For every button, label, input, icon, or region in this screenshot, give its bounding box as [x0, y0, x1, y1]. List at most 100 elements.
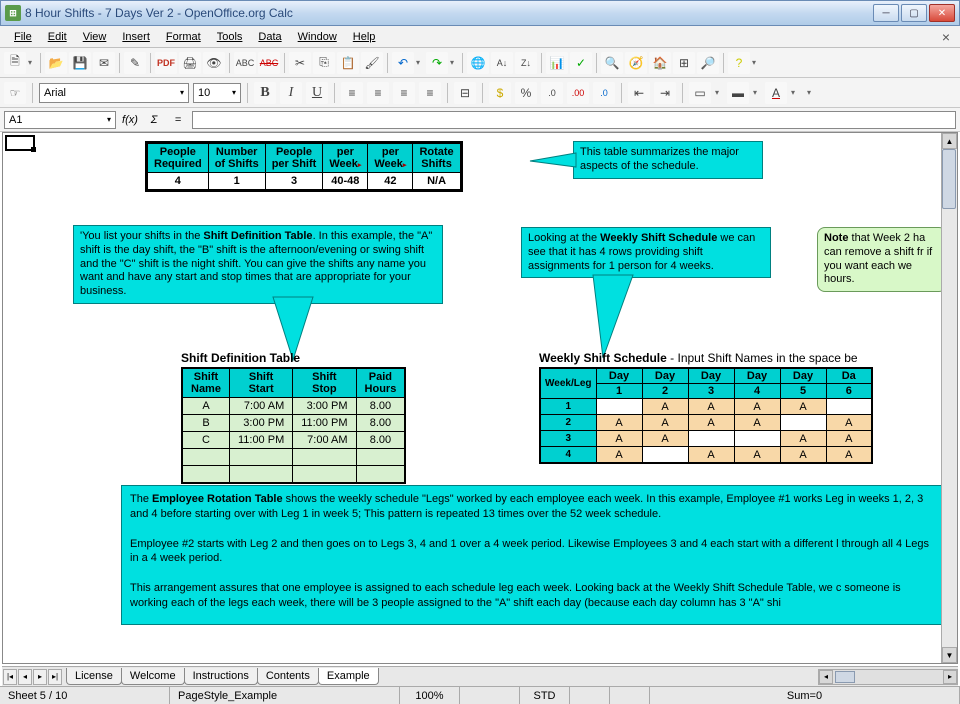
- zoom-icon[interactable]: 🔎: [697, 52, 719, 74]
- name-box[interactable]: A1▾: [4, 111, 116, 129]
- tab-contents[interactable]: Contents: [257, 668, 319, 685]
- eq-button[interactable]: =: [168, 111, 188, 129]
- tab-example[interactable]: Example: [318, 668, 379, 685]
- number-format-icon[interactable]: .0: [541, 82, 563, 104]
- currency-icon[interactable]: $: [489, 82, 511, 104]
- hscroll-thumb[interactable]: [835, 671, 855, 683]
- sd-r0-name[interactable]: A: [182, 398, 229, 415]
- sort-asc-icon[interactable]: A↓: [491, 52, 513, 74]
- menu-view[interactable]: View: [75, 29, 115, 45]
- scroll-down-icon[interactable]: ▼: [942, 647, 957, 663]
- sd-r1-name[interactable]: B: [182, 415, 229, 432]
- tab-license[interactable]: License: [66, 668, 122, 685]
- sum-val-1[interactable]: 1: [208, 173, 265, 190]
- fontcolor-icon[interactable]: A: [765, 82, 787, 104]
- save-icon[interactable]: 💾: [69, 52, 91, 74]
- menu-edit[interactable]: Edit: [40, 29, 75, 45]
- formula-input[interactable]: [192, 111, 956, 129]
- status-sum[interactable]: Sum=0: [650, 687, 960, 704]
- tab-welcome[interactable]: Welcome: [121, 668, 185, 685]
- font-size-select[interactable]: 10▾: [193, 83, 241, 103]
- align-center-icon[interactable]: ≡: [367, 82, 389, 104]
- chart-icon[interactable]: 📊: [546, 52, 568, 74]
- doc-close-button[interactable]: ×: [938, 29, 954, 45]
- status-sig[interactable]: [610, 687, 650, 704]
- email-icon[interactable]: ✉: [93, 52, 115, 74]
- sum-button[interactable]: Σ: [144, 111, 164, 129]
- sum-val-3[interactable]: 40-48: [323, 173, 368, 190]
- status-zoom[interactable]: 100%: [400, 687, 460, 704]
- fx-button[interactable]: f(x): [120, 111, 140, 129]
- merge-cells-icon[interactable]: ⊟: [454, 82, 476, 104]
- sum-val-4[interactable]: 42: [368, 173, 413, 190]
- menu-tools[interactable]: Tools: [209, 29, 251, 45]
- sd-r0-hrs[interactable]: 8.00: [356, 398, 405, 415]
- inc-indent-icon[interactable]: ⇥: [654, 82, 676, 104]
- align-right-icon[interactable]: ≡: [393, 82, 415, 104]
- spellcheck-icon[interactable]: ABC: [234, 52, 256, 74]
- sd-r1-hrs[interactable]: 8.00: [356, 415, 405, 432]
- sd-r2-stop[interactable]: 7:00 AM: [293, 432, 356, 449]
- scroll-thumb[interactable]: [942, 149, 956, 209]
- datasources-icon[interactable]: ⊞: [673, 52, 695, 74]
- align-left-icon[interactable]: ≡: [341, 82, 363, 104]
- autospell-icon[interactable]: ABC: [258, 52, 280, 74]
- menu-file[interactable]: File: [6, 29, 40, 45]
- styles-icon[interactable]: ☞: [4, 82, 26, 104]
- hscroll-left-icon[interactable]: ◂: [819, 670, 833, 684]
- format-paint-icon[interactable]: 🖌: [361, 52, 383, 74]
- sd-r1-start[interactable]: 3:00 PM: [229, 415, 292, 432]
- menu-help[interactable]: Help: [345, 29, 384, 45]
- add-decimal-icon[interactable]: .00: [567, 82, 589, 104]
- hscroll-right-icon[interactable]: ▸: [943, 670, 957, 684]
- menu-data[interactable]: Data: [250, 29, 289, 45]
- menu-window[interactable]: Window: [290, 29, 345, 45]
- tab-nav-first[interactable]: |◂: [3, 669, 17, 685]
- sum-val-0[interactable]: 4: [148, 173, 209, 190]
- menu-format[interactable]: Format: [158, 29, 209, 45]
- sort-desc-icon[interactable]: Z↓: [515, 52, 537, 74]
- tab-nav-prev[interactable]: ◂: [18, 669, 32, 685]
- undo-icon[interactable]: ↶: [392, 52, 414, 74]
- help-icon[interactable]: ?: [728, 52, 750, 74]
- sheet-canvas[interactable]: People Required Number of Shifts People …: [3, 133, 941, 663]
- preview-icon[interactable]: 👁: [203, 52, 225, 74]
- sd-r2-hrs[interactable]: 8.00: [356, 432, 405, 449]
- bold-button[interactable]: B: [254, 82, 276, 104]
- sd-r2-start[interactable]: 11:00 PM: [229, 432, 292, 449]
- print-icon[interactable]: 🖨: [179, 52, 201, 74]
- vertical-scrollbar[interactable]: ▲ ▼: [941, 133, 957, 663]
- open-icon[interactable]: 📂: [45, 52, 67, 74]
- pdf-icon[interactable]: PDF: [155, 52, 177, 74]
- gallery-icon[interactable]: 🏠: [649, 52, 671, 74]
- percent-icon[interactable]: %: [515, 82, 537, 104]
- bgcolor-icon[interactable]: ▬: [727, 82, 749, 104]
- borders-icon[interactable]: ▭: [689, 82, 711, 104]
- sum-val-5[interactable]: N/A: [413, 173, 460, 190]
- paste-icon[interactable]: 📋: [337, 52, 359, 74]
- italic-button[interactable]: I: [280, 82, 302, 104]
- cut-icon[interactable]: ✂: [289, 52, 311, 74]
- sd-r0-stop[interactable]: 3:00 PM: [293, 398, 356, 415]
- copy-icon[interactable]: ⎘: [313, 52, 335, 74]
- redo-icon[interactable]: ↷: [426, 52, 448, 74]
- edit-icon[interactable]: ✎: [124, 52, 146, 74]
- align-justify-icon[interactable]: ≡: [419, 82, 441, 104]
- find-icon[interactable]: 🔍: [601, 52, 623, 74]
- sum-val-2[interactable]: 3: [265, 173, 323, 190]
- new-icon[interactable]: 🗎: [4, 52, 26, 74]
- status-std[interactable]: STD: [520, 687, 570, 704]
- underline-button[interactable]: U: [306, 82, 328, 104]
- tab-instructions[interactable]: Instructions: [184, 668, 258, 685]
- maximize-button[interactable]: ▢: [901, 4, 927, 22]
- font-name-select[interactable]: Arial▾: [39, 83, 189, 103]
- status-pagestyle[interactable]: PageStyle_Example: [170, 687, 400, 704]
- close-button[interactable]: ✕: [929, 4, 955, 22]
- sd-r1-stop[interactable]: 11:00 PM: [293, 415, 356, 432]
- sd-r2-name[interactable]: C: [182, 432, 229, 449]
- dec-indent-icon[interactable]: ⇤: [628, 82, 650, 104]
- tab-nav-last[interactable]: ▸|: [48, 669, 62, 685]
- navigator-icon[interactable]: 🧭: [625, 52, 647, 74]
- hyperlink-icon[interactable]: 🌐: [467, 52, 489, 74]
- status-insert[interactable]: [460, 687, 520, 704]
